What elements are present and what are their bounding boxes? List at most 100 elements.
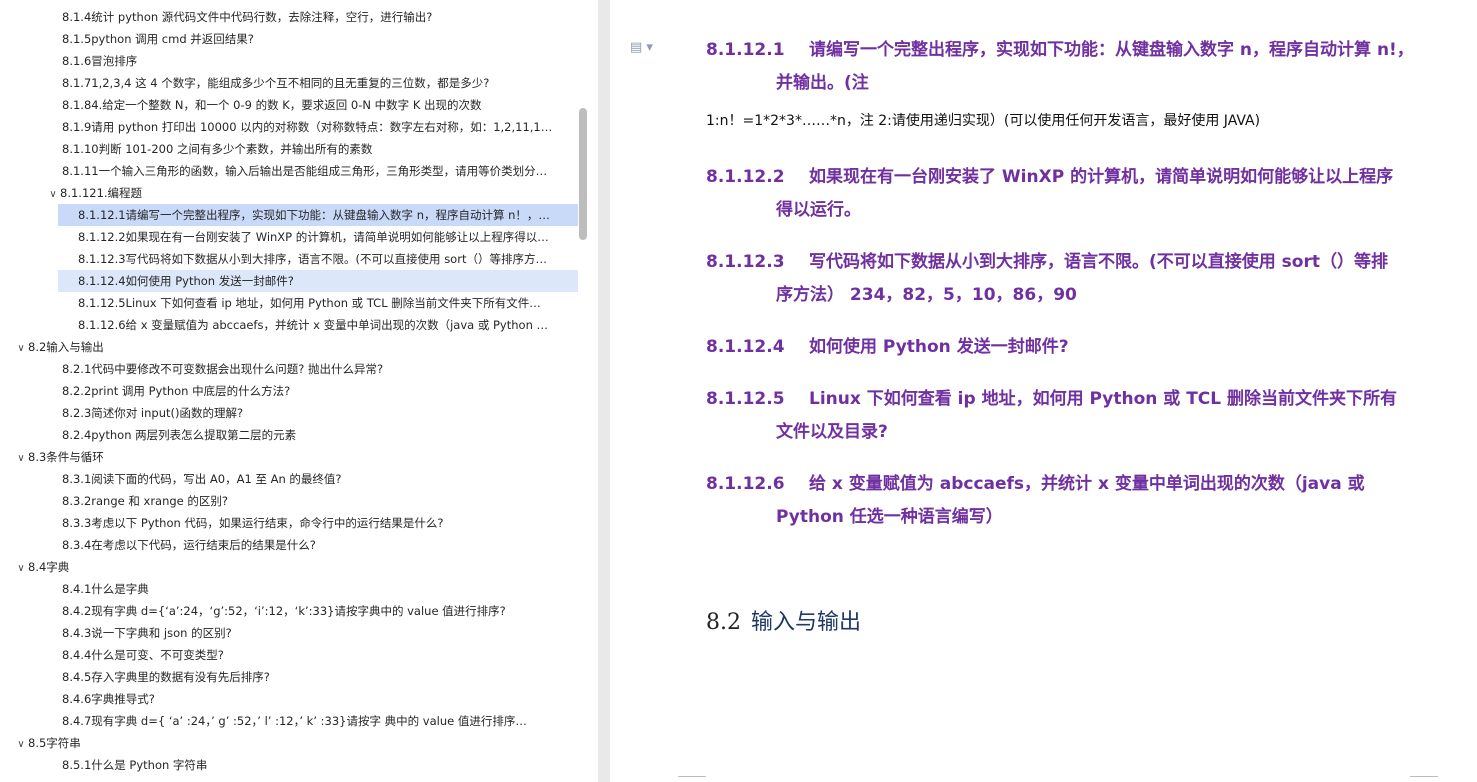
nav-heading-item[interactable]: ∨ 8.2输入与输出	[0, 336, 572, 358]
section-title-text: 输入与输出	[751, 610, 862, 635]
heading-text: 写代码将如下数据从小到大排序，语言不限。(不可以直接使用 sort（）等排	[809, 252, 1388, 272]
nav-item-label: 8.4字典	[28, 560, 70, 574]
chevron-down-icon[interactable]: ∨	[14, 448, 28, 468]
nav-item[interactable]: 8.2.1代码中要修改不可变数据会出现什么问题? 抛出什么异常?	[0, 358, 572, 380]
nav-item[interactable]: 8.3.3考虑以下 Python 代码，如果运行结束，命令行中的运行结果是什么?	[0, 512, 572, 534]
crop-mark	[1410, 776, 1438, 782]
nav-item[interactable]: 8.1.12.4如何使用 Python 发送一封邮件?	[58, 270, 578, 292]
nav-item[interactable]: 8.1.12.3写代码将如下数据从小到大排序，语言不限。(不可以直接使用 sor…	[0, 248, 572, 270]
nav-item-label: 8.1.121.编程题	[60, 186, 143, 200]
heading-text: 如果现在有一台刚安装了 WinXP 的计算机，请简单说明如何能够让以上程序	[809, 167, 1394, 187]
nav-item-label: 8.1.84.给定一个整数 N，和一个 0-9 的数 K，要求返回 0-N 中数…	[62, 98, 482, 112]
heading-number: 8.1.12.1	[706, 40, 785, 60]
nav-item-label: 8.1.10判断 101-200 之间有多少个素数，并输出所有的素数	[62, 142, 373, 156]
nav-item-label: 8.2.2print 调用 Python 中底层的什么方法?	[62, 384, 291, 398]
heading-text-cont: 序方法） 234，82，5，10，86，90	[776, 285, 1077, 305]
chevron-down-icon[interactable]: ∨	[14, 558, 28, 578]
nav-item[interactable]: 8.1.11一个输入三角形的函数，输入后输出是否能组成三角形，三角形类型，请用等…	[0, 160, 572, 182]
nav-item[interactable]: 8.1.9请用 python 打印出 10000 以内的对称数（对称数特点：数字…	[0, 116, 572, 138]
nav-item[interactable]: 8.4.5存入字典里的数据有没有先后排序?	[0, 666, 572, 688]
nav-item-label: 8.4.2现有字典 d={‘a’:24，‘g’:52，‘i’:12，‘k’:33…	[62, 604, 506, 618]
nav-scrollbar[interactable]	[579, 108, 587, 240]
nav-item[interactable]: 8.3.4在考虑以下代码，运行结束后的结果是什么?	[0, 534, 572, 556]
nav-item-label: 8.1.12.2如果现在有一台刚安装了 WinXP 的计算机，请简单说明如何能够…	[78, 230, 549, 244]
heading-text-cont: 并输出。(注	[776, 73, 869, 93]
nav-item-label: 8.4.6字典推导式?	[62, 692, 155, 706]
heading-8-1-12-1: 8.1.12.1 请编写一个完整出程序，实现如下功能：从键盘输入数字 n，程序自动…	[706, 34, 1458, 100]
heading-8-1-12-3: 8.1.12.3 写代码将如下数据从小到大排序，语言不限。(不可以直接使用 sor…	[706, 246, 1458, 312]
nav-item-label: 8.1.11一个输入三角形的函数，输入后输出是否能组成三角形，三角形类型，请用等…	[62, 164, 548, 178]
nav-item-label: 8.4.7现有字典 d={ ‘a’ :24，’ g’ :52，’ l’ :12，…	[62, 714, 527, 728]
nav-item[interactable]: 8.1.12.5Linux 下如何查看 ip 地址，如何用 Python 或 T…	[0, 292, 572, 314]
document-page: ▤ ▾ 8.1.12.1 请编写一个完整出程序，实现如下功能：从键盘输入数字 n，…	[610, 0, 1477, 782]
heading-number: 8.1.12.4	[706, 337, 785, 357]
crop-mark	[678, 776, 706, 782]
nav-heading-item[interactable]: ∨ 8.4字典	[0, 556, 572, 578]
chevron-down-icon[interactable]: ∨	[46, 184, 60, 204]
heading-text: 给 x 变量赋值为 abccaefs，并统计 x 变量中单词出现的次数（java…	[809, 474, 1365, 494]
nav-item[interactable]: 8.2.4python 两层列表怎么提取第二层的元素	[0, 424, 572, 446]
section-title: 8.2 输入与输出	[706, 604, 861, 636]
nav-item-label: 8.1.4统计 python 源代码文件中代码行数，去除注释，空行，进行输出?	[62, 10, 433, 24]
nav-item-label: 8.1.12.3写代码将如下数据从小到大排序，语言不限。(不可以直接使用 sor…	[78, 252, 547, 266]
nav-heading-item[interactable]: ∨ 8.3条件与循环	[0, 446, 572, 468]
heading-8-1-12-4: 8.1.12.4 如何使用 Python 发送一封邮件?	[706, 331, 1458, 364]
nav-item-label: 8.4.1什么是字典	[62, 582, 149, 596]
nav-item[interactable]: 8.1.4统计 python 源代码文件中代码行数，去除注释，空行，进行输出?	[0, 6, 572, 28]
heading-number: 8.1.12.2	[706, 167, 785, 187]
nav-item-label: 8.4.5存入字典里的数据有没有先后排序?	[62, 670, 270, 684]
chevron-down-icon[interactable]: ∨	[14, 734, 28, 754]
nav-item[interactable]: 8.1.6冒泡排序	[0, 50, 572, 72]
nav-item[interactable]: 8.3.1阅读下面的代码，写出 A0，A1 至 An 的最终值?	[0, 468, 572, 490]
nav-item[interactable]: 8.1.10判断 101-200 之间有多少个素数，并输出所有的素数	[0, 138, 572, 160]
nav-item[interactable]: 8.4.6字典推导式?	[0, 688, 572, 710]
navigation-pane: 8.1.4统计 python 源代码文件中代码行数，去除注释，空行，进行输出? 8…	[0, 0, 598, 782]
nav-item[interactable]: 8.1.12.2如果现在有一台刚安装了 WinXP 的计算机，请简单说明如何能够…	[0, 226, 572, 248]
nav-item[interactable]: 8.1.84.给定一个整数 N，和一个 0-9 的数 K，要求返回 0-N 中数…	[0, 94, 572, 116]
nav-item-label: 8.3.3考虑以下 Python 代码，如果运行结束，命令行中的运行结果是什么?	[62, 516, 444, 530]
nav-item[interactable]: 8.1.12.6给 x 变量赋值为 abccaefs，并统计 x 变量中单词出现…	[0, 314, 572, 336]
heading-number: 8.1.12.3	[706, 252, 785, 272]
pane-divider[interactable]	[598, 0, 610, 782]
chevron-down-icon[interactable]: ∨	[14, 338, 28, 358]
nav-item[interactable]: 8.4.3说一下字典和 json 的区别?	[0, 622, 572, 644]
heading-text: 请编写一个完整出程序，实现如下功能：从键盘输入数字 n，程序自动计算 n!，	[809, 40, 1414, 60]
nav-item-label: 8.3.1阅读下面的代码，写出 A0，A1 至 An 的最终值?	[62, 472, 342, 486]
nav-item[interactable]: 8.4.4什么是可变、不可变类型?	[0, 644, 572, 666]
nav-item-label: 8.3.2range 和 xrange 的区别?	[62, 494, 229, 508]
nav-item-label: 8.3.4在考虑以下代码，运行结束后的结果是什么?	[62, 538, 316, 552]
nav-item[interactable]: 8.1.12.1请编写一个完整出程序，实现如下功能：从键盘输入数字 n，程序自动…	[58, 204, 578, 226]
nav-item[interactable]: 8.4.2现有字典 d={‘a’:24，‘g’:52，‘i’:12，‘k’:33…	[0, 600, 572, 622]
nav-item-label: 8.1.71,2,3,4 这 4 个数字，能组成多少个互不相同的且无重复的三位数…	[62, 76, 490, 90]
nav-item-label: 8.1.6冒泡排序	[62, 54, 138, 68]
nav-heading-item[interactable]: ∨ 8.1.121.编程题	[0, 182, 572, 204]
nav-item[interactable]: 8.3.2range 和 xrange 的区别?	[0, 490, 572, 512]
section-number: 8.2	[706, 610, 741, 635]
nav-item-label: 8.1.12.1请编写一个完整出程序，实现如下功能：从键盘输入数字 n，程序自动…	[78, 208, 550, 222]
nav-item-label: 8.1.12.6给 x 变量赋值为 abccaefs，并统计 x 变量中单词出现…	[78, 318, 549, 332]
heading-text: 如何使用 Python 发送一封邮件?	[809, 337, 1069, 357]
heading-text-cont: 得以运行。	[776, 200, 861, 220]
nav-heading-item[interactable]: ∨ 8.5字符串	[0, 732, 572, 754]
heading-text-cont: 文件以及目录?	[776, 422, 888, 442]
nav-item[interactable]: 8.2.2print 调用 Python 中底层的什么方法?	[0, 380, 572, 402]
nav-item[interactable]: 8.4.1什么是字典	[0, 578, 572, 600]
heading-text-cont: Python 任选一种语言编写）	[776, 507, 1003, 527]
nav-item[interactable]: 8.1.71,2,3,4 这 4 个数字，能组成多少个互不相同的且无重复的三位数…	[0, 72, 572, 94]
nav-item-label: 8.2输入与输出	[28, 340, 104, 354]
nav-item[interactable]: 8.5.1什么是 Python 字符串	[0, 754, 572, 776]
heading-8-1-12-2: 8.1.12.2 如果现在有一台刚安装了 WinXP 的计算机，请简单说明如何能够…	[706, 161, 1458, 227]
nav-item-label: 8.5.1什么是 Python 字符串	[62, 758, 208, 772]
nav-item[interactable]: 8.1.5python 调用 cmd 并返回结果?	[0, 28, 572, 50]
nav-item-label: 8.2.1代码中要修改不可变数据会出现什么问题? 抛出什么异常?	[62, 362, 384, 376]
document-options-icon[interactable]: ▤ ▾	[630, 40, 658, 56]
nav-item[interactable]: 8.2.3简述你对 input()函数的理解?	[0, 402, 572, 424]
nav-item-label: 8.2.4python 两层列表怎么提取第二层的元素	[62, 428, 297, 442]
nav-item-label: 8.2.3简述你对 input()函数的理解?	[62, 406, 244, 420]
heading-number: 8.1.12.5	[706, 389, 785, 409]
heading-text: Linux 下如何查看 ip 地址，如何用 Python 或 TCL 删除当前文…	[809, 389, 1398, 409]
body-text: 1:n！=1*2*3*……*n，注 2:请使用递归实现）(可以使用任何开发语言，…	[706, 113, 1261, 129]
heading-8-1-12-5: 8.1.12.5 Linux 下如何查看 ip 地址，如何用 Python 或 T…	[706, 383, 1458, 449]
nav-item-label: 8.1.9请用 python 打印出 10000 以内的对称数（对称数特点：数字…	[62, 120, 553, 134]
nav-item[interactable]: 8.4.7现有字典 d={ ‘a’ :24，’ g’ :52，’ l’ :12，…	[0, 710, 572, 732]
